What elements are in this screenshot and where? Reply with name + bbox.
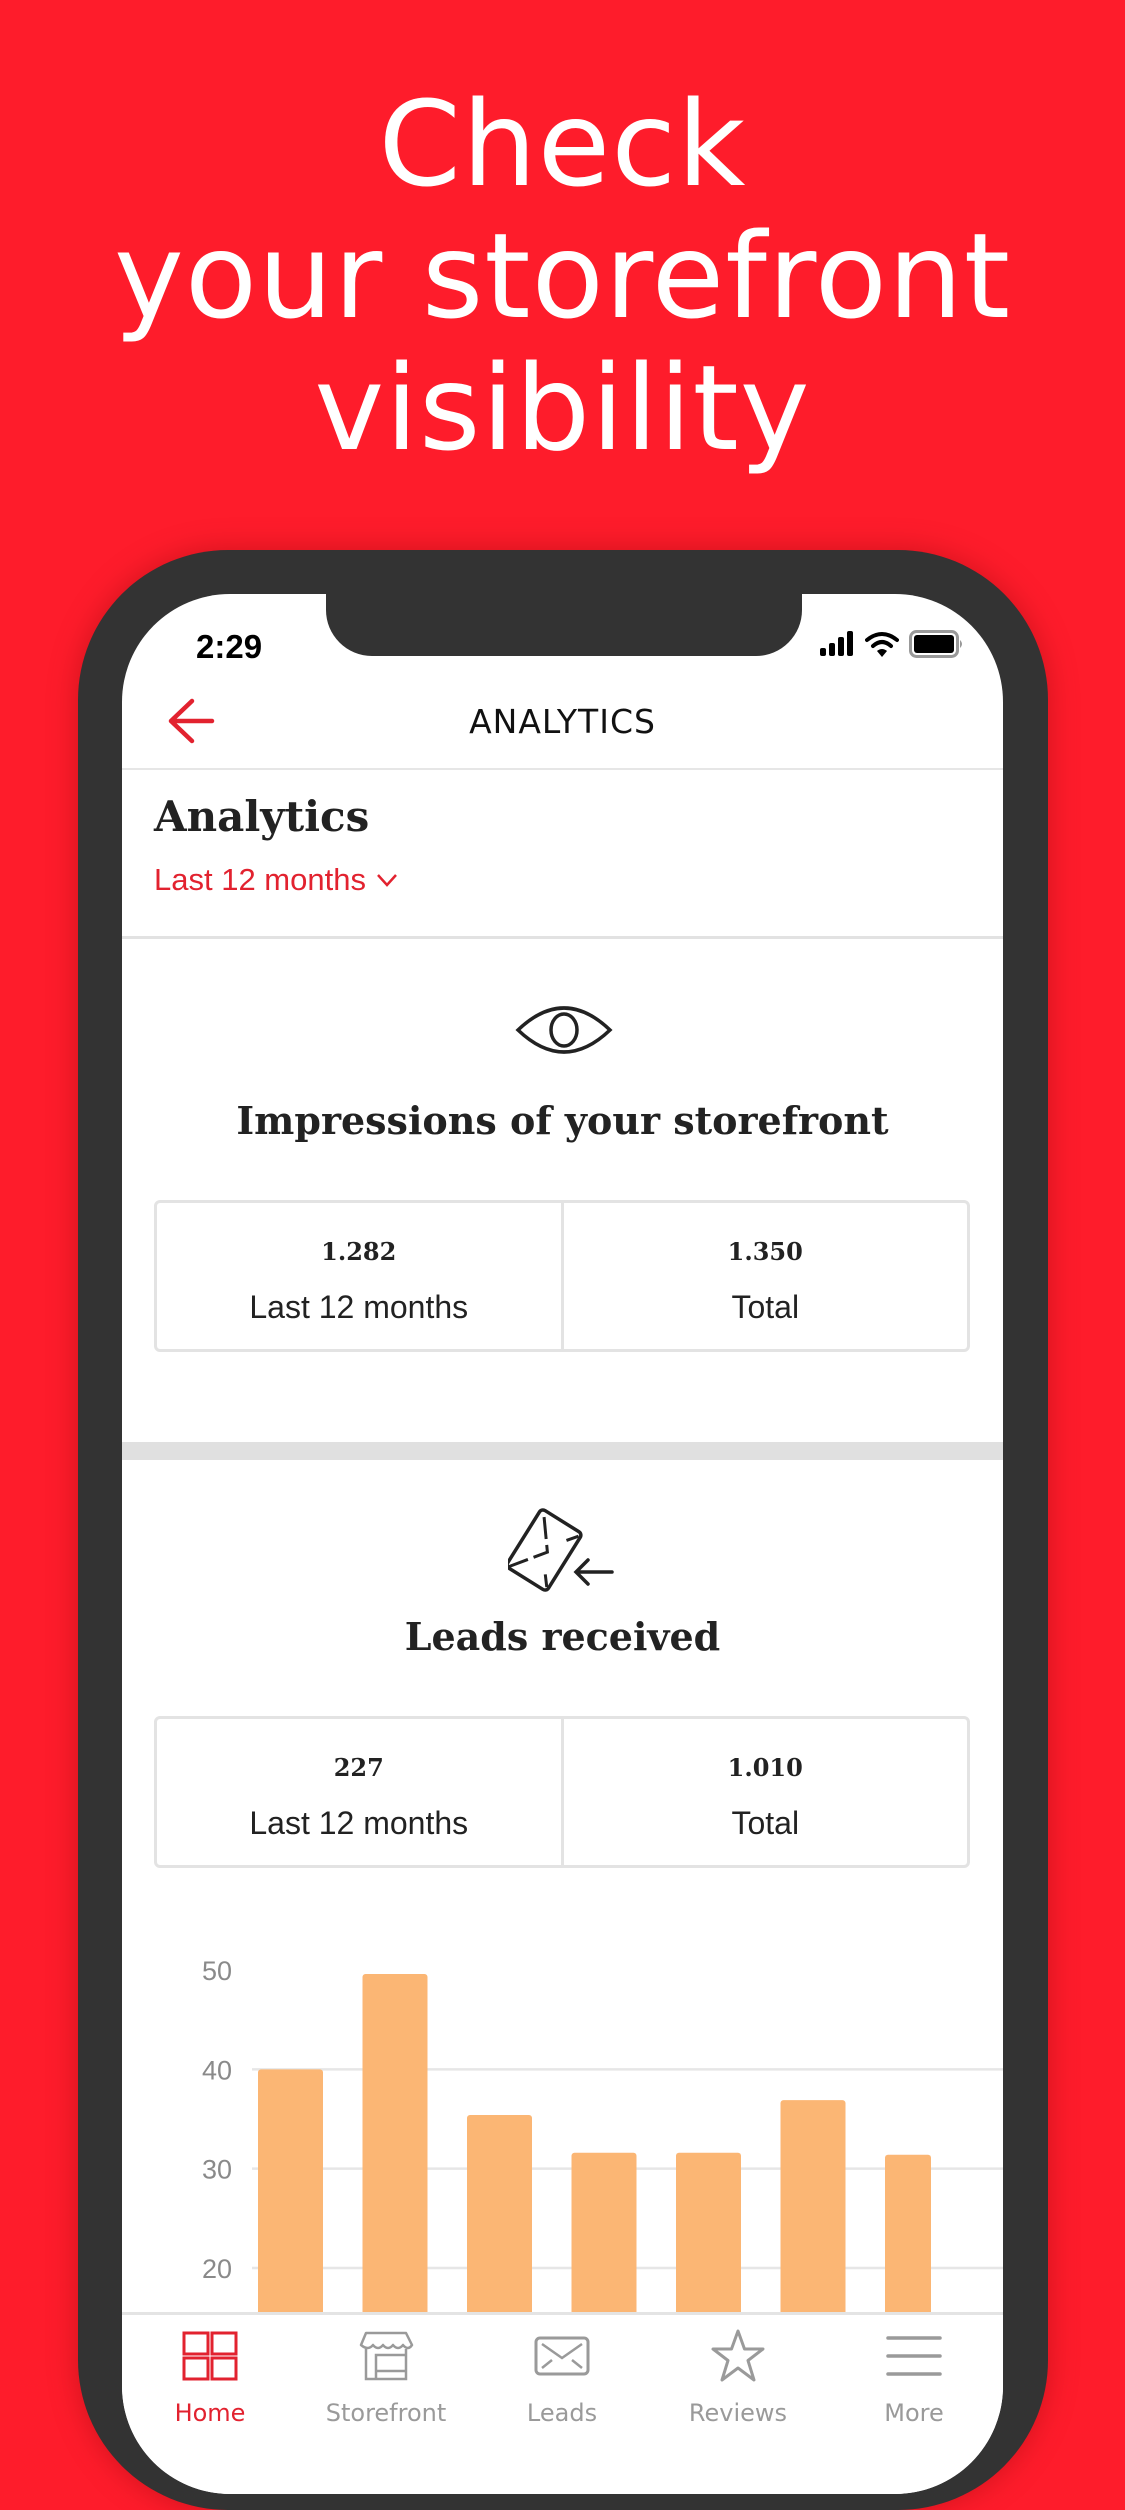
- status-icons: [819, 630, 965, 658]
- tab-home[interactable]: Home: [122, 2323, 298, 2427]
- chart-bar[interactable]: [676, 2152, 741, 2324]
- analytics-header: Analytics Last 12 months: [122, 770, 1003, 939]
- star-icon: [711, 2329, 765, 2382]
- headline-line: visibility: [314, 339, 811, 477]
- grid-icon: [182, 2331, 238, 2381]
- impressions-title: Impressions of your storefront: [236, 1098, 889, 1143]
- y-tick-label: 40: [202, 2055, 232, 2085]
- period-selected: Last 12 months: [154, 862, 366, 897]
- tab-label: Leads: [526, 2399, 598, 2427]
- headline-line: Check: [378, 75, 747, 213]
- chart-bar[interactable]: [258, 2069, 323, 2324]
- tab-label: More: [884, 2399, 944, 2427]
- stat-total: 1.350 Total: [560, 1203, 968, 1349]
- status-time: 2:29: [196, 628, 263, 665]
- tab-storefront[interactable]: Storefront: [298, 2323, 474, 2427]
- impressions-stats: 1.282 Last 12 months 1.350 Total: [154, 1200, 970, 1352]
- chart-y-ticks: 20 30 40 50: [202, 1956, 232, 2284]
- stat-value: 1.010: [727, 1753, 803, 1782]
- leads-title: Leads received: [404, 1614, 721, 1659]
- bottom-tab-bar: Home Storefront Leads Reviews More: [122, 2312, 1003, 2494]
- chart-bars: [258, 1973, 931, 2324]
- stat-value: 227: [333, 1753, 384, 1782]
- stat-label: Last 12 months: [249, 1289, 469, 1325]
- phone-notch: [326, 594, 802, 656]
- storefront-icon: [359, 2331, 414, 2381]
- y-tick-label: 30: [202, 2155, 232, 2185]
- tab-more[interactable]: More: [826, 2323, 1002, 2427]
- section-divider: [122, 1442, 1003, 1460]
- tab-reviews[interactable]: Reviews: [650, 2323, 826, 2427]
- stat-value: 1.282: [321, 1237, 397, 1266]
- stat-label: Total: [731, 1289, 800, 1325]
- stat-value: 1.350: [727, 1237, 803, 1266]
- chart-bar[interactable]: [780, 2100, 846, 2324]
- chevron-down-icon: [377, 874, 397, 887]
- tab-label: Reviews: [688, 2399, 788, 2427]
- y-tick-label: 50: [202, 1956, 232, 1986]
- battery-icon: [909, 630, 962, 658]
- envelope-icon: [534, 2336, 590, 2376]
- stat-last-12-months: 1.282 Last 12 months: [157, 1203, 561, 1349]
- chart-bar[interactable]: [571, 2152, 637, 2324]
- chart-bar[interactable]: [362, 1973, 428, 2324]
- tab-label: Home: [174, 2399, 246, 2427]
- tab-label: Storefront: [325, 2399, 447, 2427]
- y-tick-label: 20: [202, 2254, 232, 2284]
- phone-screen: 2:29 ANALYTICS Analytics Last 12 months …: [122, 594, 1003, 2494]
- stat-last-12-months: 227 Last 12 months: [157, 1719, 561, 1865]
- top-navbar: ANALYTICS: [122, 674, 1003, 770]
- leads-bar-chart: 20 30 40 50: [202, 1956, 1003, 2324]
- chart-bar[interactable]: [467, 2115, 532, 2324]
- nav-title: ANALYTICS: [469, 702, 656, 741]
- envelope-incoming-icon: [508, 1508, 614, 1592]
- headline-line: your storefront: [113, 207, 1011, 345]
- stat-label: Last 12 months: [249, 1805, 469, 1841]
- period-dropdown[interactable]: Last 12 months: [154, 862, 398, 898]
- menu-icon: [886, 2336, 942, 2376]
- leads-stats: 227 Last 12 months 1.010 Total: [154, 1716, 970, 1868]
- promo-headline: Check your storefront visibility: [0, 78, 1125, 474]
- eye-icon: [515, 1006, 613, 1054]
- stat-total: 1.010 Total: [560, 1719, 968, 1865]
- stat-label: Total: [731, 1805, 800, 1841]
- chart-bar[interactable]: [885, 2154, 931, 2324]
- tab-leads[interactable]: Leads: [474, 2323, 650, 2427]
- page-title: Analytics: [154, 792, 370, 841]
- cellular-signal-icon: [820, 631, 853, 656]
- wifi-icon: [865, 632, 899, 657]
